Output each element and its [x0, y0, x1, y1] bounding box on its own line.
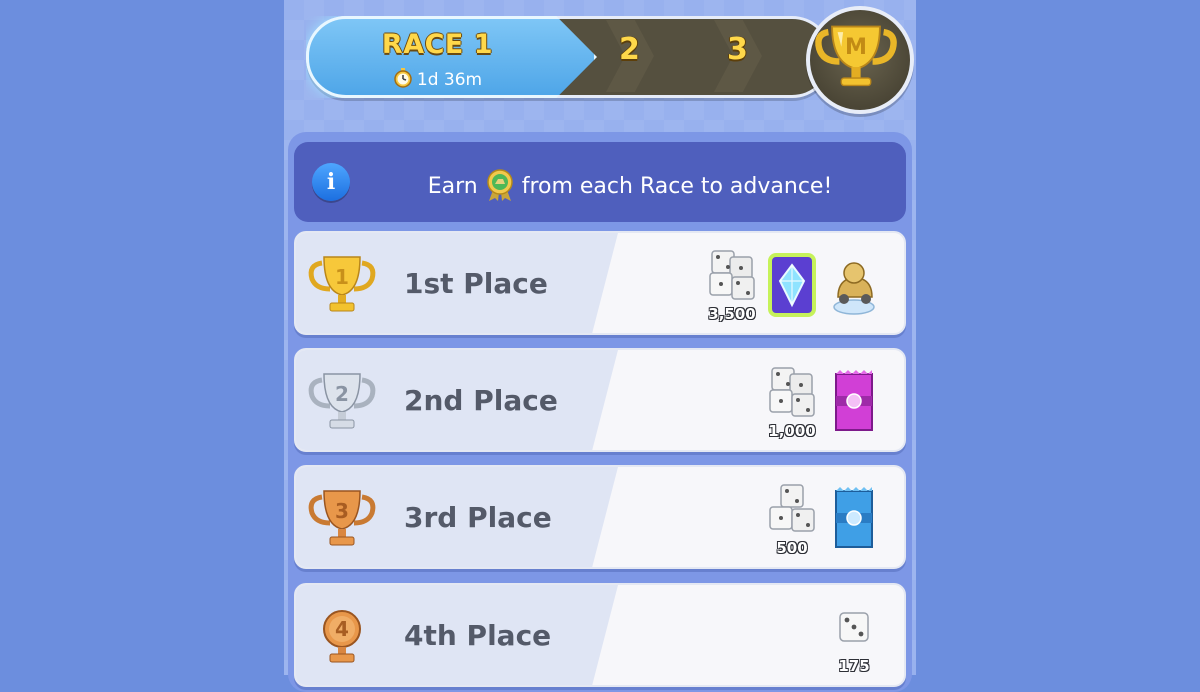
svg-text:2: 2 — [335, 382, 349, 406]
reward-count: 1,000 — [768, 422, 816, 440]
reward-dice-1st: 3,500 — [704, 247, 760, 323]
info-text-after: from each Race to advance! — [521, 174, 833, 199]
race-2-label[interactable]: 2 — [619, 32, 640, 67]
silver-trophy-2-icon: 2 — [308, 373, 376, 429]
reward-count: 500 — [776, 539, 808, 557]
svg-text:M: M — [845, 35, 867, 60]
place-label-1st: 1st Place — [404, 267, 548, 300]
place-label-4th: 4th Place — [404, 619, 552, 652]
svg-text:1: 1 — [335, 265, 349, 289]
reward-sticker-pack-3rd — [826, 481, 882, 557]
info-text: Earn from each Race to advance! — [354, 168, 906, 202]
reward-wild-card-1st — [764, 247, 820, 323]
reward-car-token-1st — [826, 247, 882, 323]
dice-stack-icon — [709, 250, 755, 300]
game-screen: RACE 1 1d 36m 2 3 M i Earn from each Rac… — [284, 0, 916, 692]
reward-row-2nd[interactable]: 2 2nd Place 1,000 — [294, 348, 906, 452]
place-label-3rd: 3rd Place — [404, 501, 552, 534]
blue-sticker-pack-icon — [835, 487, 873, 548]
single-die-icon — [839, 612, 869, 642]
bronze-trophy-3-icon: 3 — [308, 490, 376, 546]
reward-dice-2nd: 1,000 — [764, 364, 820, 440]
svg-text:3: 3 — [335, 499, 349, 523]
reward-row-4th[interactable]: 4 4th Place 175 — [294, 583, 906, 687]
race-3-label[interactable]: 3 — [727, 32, 748, 67]
race-timer: 1d 36m — [309, 68, 594, 90]
race-timer-text: 1d 36m — [416, 70, 483, 90]
race-1-tab[interactable]: RACE 1 1d 36m — [306, 16, 597, 98]
reward-sticker-pack-2nd — [826, 364, 882, 440]
race-car-token-icon — [833, 262, 875, 315]
gold-trophy-icon: M — [815, 25, 897, 87]
bronze-medal-4-icon: 4 — [323, 610, 361, 663]
ribbon-medal-icon — [486, 169, 513, 201]
reward-dice-3rd: 500 — [764, 481, 820, 557]
gold-trophy-1-icon: 1 — [308, 256, 376, 312]
svg-text:4: 4 — [335, 617, 349, 641]
reward-count: 175 — [838, 657, 870, 675]
place-label-2nd: 2nd Place — [404, 384, 558, 417]
stopwatch-icon — [394, 68, 412, 88]
race-1-title: RACE 1 — [381, 29, 494, 60]
info-icon[interactable]: i — [312, 163, 350, 201]
dice-stack-icon — [769, 367, 815, 417]
wild-sticker-card-icon — [768, 253, 816, 317]
reward-die-4th: 175 — [826, 599, 882, 675]
reward-row-1st[interactable]: 1 1st Place 3,500 — [294, 231, 906, 335]
reward-count: 3,500 — [708, 305, 756, 323]
dice-stack-icon — [769, 484, 815, 532]
info-banner: i Earn from each Race to advance! — [294, 142, 906, 222]
info-text-before: Earn — [427, 174, 478, 199]
reward-row-3rd[interactable]: 3 3rd Place 500 — [294, 465, 906, 569]
race-progress-bar: RACE 1 1d 36m 2 3 M — [294, 6, 914, 114]
purple-sticker-pack-icon — [835, 370, 873, 431]
final-trophy-badge[interactable]: M — [806, 6, 914, 114]
